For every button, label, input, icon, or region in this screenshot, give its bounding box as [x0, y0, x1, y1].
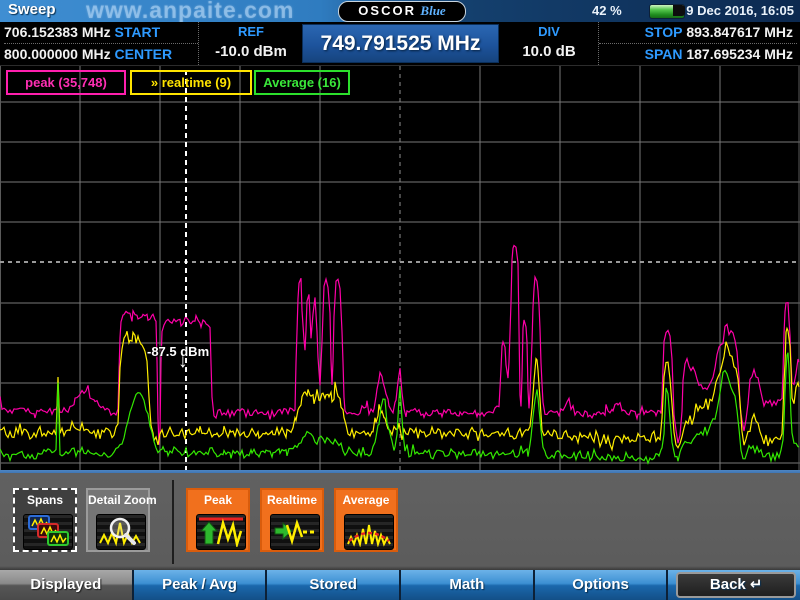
tab-math[interactable]: Math — [401, 570, 535, 600]
top-status-bar: Sweep www.anpaite.com OSCOR Blue 42 % 9 … — [0, 0, 800, 23]
battery-icon — [649, 4, 685, 19]
cursor-frequency-display[interactable]: 749.791525 MHz — [302, 24, 499, 63]
oscor-blue-logo: OSCOR Blue — [338, 1, 466, 22]
panel-divider — [172, 480, 174, 564]
peak-icon — [196, 514, 246, 550]
div-label: DIV — [500, 22, 598, 42]
battery-percent: 42 % — [592, 3, 622, 18]
cursor-arrow-icon: ↓ — [178, 351, 188, 373]
ref-label: REF — [199, 22, 303, 42]
average-icon — [344, 514, 394, 550]
peak-button-label: Peak — [188, 493, 248, 507]
ref-block[interactable]: REF -10.0 dBm — [198, 22, 303, 65]
bottom-tab-bar: Displayed Peak / Avg Stored Math Options… — [0, 570, 800, 600]
span-value: 187.695234 MHz — [686, 46, 793, 62]
detail-zoom-icon — [96, 514, 146, 550]
spans-icon — [23, 514, 73, 550]
frequency-header: 706.152383 MHz START 800.000000 MHz CENT… — [0, 22, 800, 66]
span-label: SPAN — [645, 46, 683, 62]
legend-peak-trace[interactable]: peak (35,748) — [6, 70, 126, 95]
stop-row[interactable]: STOP 893.847617 MHz — [599, 22, 797, 44]
tab-options[interactable]: Options — [535, 570, 669, 600]
spectrum-plot[interactable] — [0, 66, 800, 470]
center-value: 800.000000 MHz — [4, 46, 111, 62]
tab-displayed[interactable]: Displayed — [0, 570, 134, 600]
ref-value: -10.0 dBm — [199, 42, 303, 62]
start-center-block: 706.152383 MHz START 800.000000 MHz CENT… — [4, 22, 198, 65]
watermark-text: www.anpaite.com — [86, 0, 294, 24]
div-block[interactable]: DIV 10.0 dB — [500, 22, 598, 65]
detail-zoom-button[interactable]: Detail Zoom — [86, 488, 150, 552]
start-row[interactable]: 706.152383 MHz START — [4, 22, 198, 44]
oscor-sweep-screen: Sweep www.anpaite.com OSCOR Blue 42 % 9 … — [0, 0, 800, 600]
stop-span-block: STOP 893.847617 MHz SPAN 187.695234 MHz — [598, 22, 797, 65]
spans-button[interactable]: Spans — [13, 488, 77, 552]
mode-title: Sweep — [8, 1, 56, 18]
logo-blue-text: Blue — [420, 3, 445, 18]
datetime-text: 9 Dec 2016, 16:05 — [686, 3, 794, 18]
span-row[interactable]: SPAN 187.695234 MHz — [599, 44, 797, 65]
div-value: 10.0 dB — [500, 42, 598, 62]
average-trace-button[interactable]: Average — [334, 488, 398, 552]
realtime-icon — [270, 514, 320, 550]
stop-label: STOP — [645, 24, 683, 40]
realtime-button-label: Realtime — [262, 493, 322, 507]
peak-trace-button[interactable]: Peak — [186, 488, 250, 552]
legend-realtime-trace[interactable]: » realtime (9) — [130, 70, 252, 95]
tab-peak-avg[interactable]: Peak / Avg — [134, 570, 268, 600]
start-value: 706.152383 MHz — [4, 24, 111, 40]
realtime-trace-button[interactable]: Realtime — [260, 488, 324, 552]
average-button-label: Average — [336, 493, 396, 507]
back-tab-cell: Back ↵ — [668, 570, 800, 600]
bottom-button-panel: Spans Detail Zoom — [0, 470, 800, 570]
spans-button-label: Spans — [15, 493, 75, 507]
start-label: START — [115, 24, 161, 40]
back-button[interactable]: Back ↵ — [676, 572, 796, 598]
center-row[interactable]: 800.000000 MHz CENTER — [4, 44, 198, 65]
center-label: CENTER — [115, 46, 173, 62]
legend-average-trace[interactable]: Average (16) — [254, 70, 350, 95]
tab-stored[interactable]: Stored — [267, 570, 401, 600]
detail-zoom-button-label: Detail Zoom — [88, 493, 148, 507]
logo-oscor-text: OSCOR — [358, 3, 416, 18]
stop-value: 893.847617 MHz — [686, 24, 793, 40]
